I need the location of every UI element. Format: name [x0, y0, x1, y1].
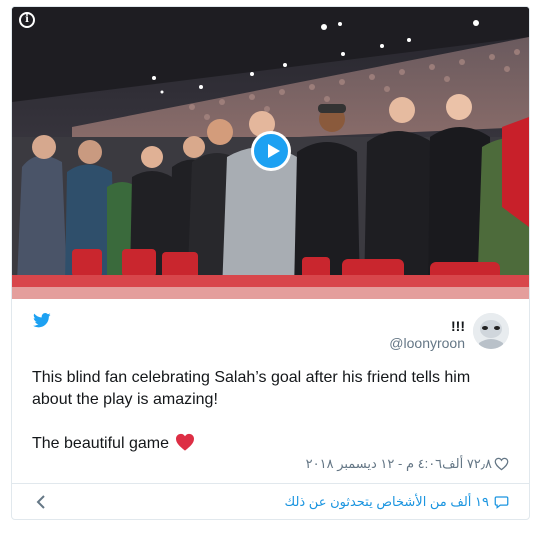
user-handle[interactable]: @loonyroon — [389, 335, 465, 351]
tweet-text-line: The beautiful game — [32, 433, 512, 455]
tweet-text: This blind fan celebrating Salah’s goal … — [32, 367, 512, 455]
play-icon[interactable] — [251, 131, 291, 171]
twitter-bird-icon[interactable] — [33, 313, 51, 328]
red-heart-emoji — [176, 433, 195, 451]
tweet-text-fragment: The beautiful game — [32, 435, 169, 452]
like-count[interactable]: ٧٢٫٨ ألف — [442, 456, 492, 472]
tweet-text-line: This blind fan celebrating Salah’s goal … — [32, 369, 471, 408]
conversation-link[interactable]: ١٩ ألف من الأشخاص يتحدثون عن ذلك — [284, 494, 509, 510]
video-thumbnail[interactable]: i — [12, 7, 529, 299]
heart-outline-icon[interactable] — [494, 457, 509, 471]
speech-bubble-icon — [494, 496, 509, 509]
conversation-text[interactable]: ١٩ ألف من الأشخاص يتحدثون عن ذلك — [284, 494, 489, 510]
avatar[interactable] — [473, 313, 509, 349]
tweet-footer: ١٩ ألف من الأشخاص يتحدثون عن ذلك — [12, 483, 529, 519]
tweet-meta: ٧٢٫٨ ألف ٤:٠٦ م - ١٢ ديسمبر ٢٠١٨ — [300, 456, 509, 472]
tweet-header: !!! @loonyroon — [12, 299, 529, 359]
embedded-tweet-card: i !!! @loonyroon This blind fan celebrat… — [11, 6, 530, 520]
info-icon[interactable]: i — [19, 12, 35, 28]
display-name[interactable]: !!! — [451, 318, 465, 334]
timestamp[interactable]: ٤:٠٦ م - ١٢ ديسمبر ٢٠١٨ — [300, 456, 443, 472]
chevron-left-icon[interactable] — [34, 494, 48, 510]
